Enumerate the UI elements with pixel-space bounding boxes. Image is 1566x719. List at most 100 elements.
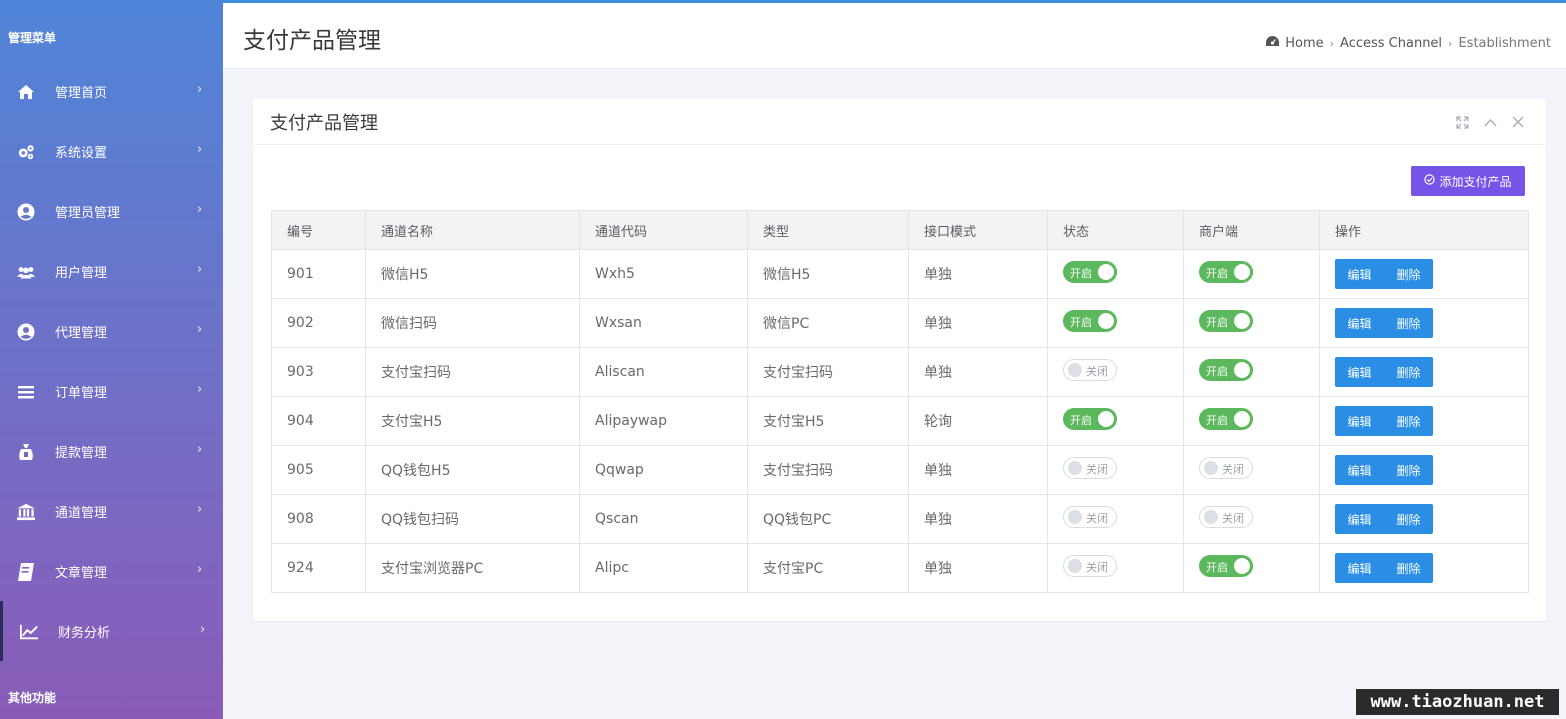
cell-name: 支付宝扫码 [365, 347, 580, 397]
column-header: 通道代码 [579, 210, 748, 250]
cell-merchant: 开启 [1183, 347, 1320, 397]
toggle-knob [1068, 510, 1082, 524]
edit-button[interactable]: 编辑 [1335, 357, 1384, 387]
cell-status: 关闭 [1047, 494, 1184, 544]
cell-id: 902 [271, 298, 366, 348]
sidebar-item-agents[interactable]: 代理管理 › [0, 301, 223, 361]
table-body: 901 微信H5 Wxh5 微信H5 单独 开启 开启 编辑 删除 902 微信扫码 Wxsan 微信P… [271, 249, 1529, 593]
edit-button[interactable]: 编辑 [1335, 406, 1384, 436]
sidebar-item-admins[interactable]: 管理员管理 › [0, 181, 223, 241]
cell-mode: 单独 [908, 494, 1048, 544]
delete-button[interactable]: 删除 [1384, 406, 1433, 436]
delete-button[interactable]: 删除 [1384, 259, 1433, 289]
merchant-toggle[interactable]: 开启 [1199, 555, 1253, 577]
toggle-label: 关闭 [1086, 512, 1108, 525]
delete-button[interactable]: 删除 [1384, 553, 1433, 583]
cell-status: 关闭 [1047, 543, 1184, 593]
merchant-toggle[interactable]: 关闭 [1199, 457, 1253, 479]
merchant-toggle[interactable]: 开启 [1199, 310, 1253, 332]
page-title: 支付产品管理 [243, 28, 381, 54]
line-chart-icon [20, 623, 38, 641]
toggle-knob [1098, 411, 1114, 427]
cell-name: QQ钱包H5 [365, 445, 580, 495]
toggle-label: 关闭 [1222, 463, 1244, 476]
cell-type: 支付宝扫码 [747, 445, 909, 495]
sidebar-item-label: 管理首页 [55, 86, 108, 101]
sidebar-item-finance[interactable]: 财务分析 › [0, 601, 223, 661]
status-toggle[interactable]: 开启 [1063, 310, 1117, 332]
merchant-toggle[interactable]: 开启 [1199, 359, 1253, 381]
chevron-right-icon: › [197, 142, 203, 157]
edit-button[interactable]: 编辑 [1335, 553, 1384, 583]
breadcrumb-home[interactable]: Home [1285, 36, 1323, 51]
merchant-toggle[interactable]: 开启 [1199, 408, 1253, 430]
status-toggle[interactable]: 开启 [1063, 261, 1117, 283]
topbar: 支付产品管理 Home › Access Channel › Establish… [223, 0, 1566, 69]
edit-button[interactable]: 编辑 [1335, 259, 1384, 289]
chevron-right-icon: › [200, 622, 206, 637]
column-header: 编号 [271, 210, 366, 250]
toggle-label: 关闭 [1086, 365, 1108, 378]
status-toggle[interactable]: 关闭 [1063, 506, 1117, 528]
close-icon[interactable] [1510, 114, 1526, 130]
user-circle-icon [17, 323, 35, 341]
toggle-knob [1234, 558, 1250, 574]
table-row: 904 支付宝H5 Alipaywap 支付宝H5 轮询 开启 开启 编辑 删除 [271, 396, 1529, 446]
toggle-label: 关闭 [1086, 561, 1108, 574]
table-row: 924 支付宝浏览器PC Alipc 支付宝PC 单独 关闭 开启 编辑 删除 [271, 543, 1529, 593]
cell-merchant: 开启 [1183, 298, 1320, 348]
edit-button[interactable]: 编辑 [1335, 455, 1384, 485]
action-buttons: 编辑 删除 [1335, 406, 1433, 436]
merchant-toggle[interactable]: 开启 [1199, 261, 1253, 283]
cell-name: QQ钱包扫码 [365, 494, 580, 544]
sidebar-item-withdrawals[interactable]: 提款管理 › [0, 421, 223, 481]
sidebar-item-channels[interactable]: 通道管理 › [0, 481, 223, 541]
breadcrumb-access-channel[interactable]: Access Channel [1340, 36, 1442, 51]
cell-actions: 编辑 删除 [1319, 298, 1529, 348]
sidebar-item-home[interactable]: 管理首页 › [0, 61, 223, 121]
delete-button[interactable]: 删除 [1384, 504, 1433, 534]
edit-button[interactable]: 编辑 [1335, 308, 1384, 338]
sidebar-heading: 其他功能 [8, 691, 57, 705]
delete-button[interactable]: 删除 [1384, 308, 1433, 338]
status-toggle[interactable]: 开启 [1063, 408, 1117, 430]
cell-merchant: 开启 [1183, 249, 1320, 299]
cell-code: Wxh5 [579, 249, 748, 299]
delete-button[interactable]: 删除 [1384, 455, 1433, 485]
cell-mode: 单独 [908, 347, 1048, 397]
sidebar-item-label: 用户管理 [55, 266, 108, 281]
sidebar-item-settings[interactable]: 系统设置 › [0, 121, 223, 181]
edit-button[interactable]: 编辑 [1335, 504, 1384, 534]
column-header: 类型 [747, 210, 909, 250]
cell-actions: 编辑 删除 [1319, 543, 1529, 593]
sidebar-item-users[interactable]: 用户管理 › [0, 241, 223, 301]
action-buttons: 编辑 删除 [1335, 308, 1433, 338]
sidebar-item-articles[interactable]: 文章管理 › [0, 541, 223, 601]
toggle-knob [1204, 510, 1218, 524]
toggle-knob [1234, 313, 1250, 329]
cell-mode: 单独 [908, 445, 1048, 495]
add-product-button[interactable]: 添加支付产品 [1411, 166, 1525, 196]
cell-id: 903 [271, 347, 366, 397]
expand-icon[interactable] [1454, 114, 1470, 130]
cell-mode: 轮询 [908, 396, 1048, 446]
action-buttons: 编辑 删除 [1335, 553, 1433, 583]
status-toggle[interactable]: 关闭 [1063, 359, 1117, 381]
cell-merchant: 关闭 [1183, 494, 1320, 544]
merchant-toggle[interactable]: 关闭 [1199, 506, 1253, 528]
collapse-icon[interactable] [1482, 114, 1498, 130]
delete-button[interactable]: 删除 [1384, 357, 1433, 387]
users-icon [17, 263, 35, 281]
sidebar-item-label: 文章管理 [55, 566, 108, 581]
status-toggle[interactable]: 关闭 [1063, 555, 1117, 577]
status-toggle[interactable]: 关闭 [1063, 457, 1117, 479]
cell-code: Wxsan [579, 298, 748, 348]
cell-id: 908 [271, 494, 366, 544]
sidebar-item-orders[interactable]: 订单管理 › [0, 361, 223, 421]
cell-status: 开启 [1047, 249, 1184, 299]
toggle-label: 开启 [1206, 414, 1228, 427]
toggle-knob [1204, 461, 1218, 475]
toggle-knob [1068, 559, 1082, 573]
toggle-knob [1068, 363, 1082, 377]
cell-type: 支付宝扫码 [747, 347, 909, 397]
